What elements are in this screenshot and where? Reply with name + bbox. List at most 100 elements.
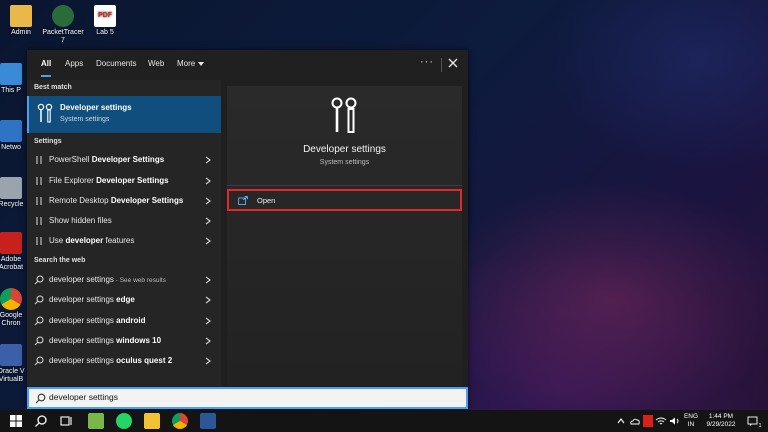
close-icon[interactable] [445, 55, 461, 71]
item-bold-text: Developer Settings [96, 176, 169, 185]
search-icon [35, 393, 46, 404]
desktop-icon-adobe-acrobat[interactable]: Adobe Acrobat [0, 232, 28, 272]
search-query-text: developer settings [49, 392, 118, 402]
network-icon [0, 120, 22, 142]
input-language-indicator[interactable]: ENG IN [683, 413, 699, 429]
desktop-icon-this-pc[interactable]: This P [0, 63, 28, 95]
chevron-right-icon [205, 177, 211, 185]
item-text: developer settings [49, 275, 114, 284]
open-button[interactable]: Open [227, 189, 462, 211]
wifi-icon[interactable] [655, 413, 667, 429]
item-text: Show hidden files [49, 216, 112, 225]
date-text: 9/29/2022 [706, 421, 736, 428]
settings-item-use-developer-features[interactable]: Use developer features [27, 231, 221, 251]
antivirus-icon[interactable] [643, 415, 653, 427]
whatsapp-icon[interactable] [116, 413, 132, 429]
item-text: developer settings [49, 336, 117, 345]
item-text: features [103, 236, 135, 245]
desktop-icon-label: PacketTracer 7 [42, 29, 84, 44]
chevron-up-icon[interactable] [616, 413, 626, 429]
desktop-icon-network[interactable]: Netwo [0, 120, 28, 152]
item-text: developer settings [49, 356, 117, 365]
folder-icon [10, 5, 32, 27]
search-icon [34, 356, 44, 366]
word-icon[interactable] [200, 413, 216, 429]
chevron-right-icon [205, 276, 211, 284]
chevron-right-icon [205, 357, 211, 365]
time-text: 1:44 PM [708, 413, 734, 420]
chrome-icon[interactable] [172, 413, 188, 429]
settings-icon [36, 156, 42, 164]
search-the-web-header: Search the web [34, 257, 86, 264]
search-icon [34, 275, 44, 285]
desktop-icon-packettracer[interactable]: PacketTracer 7 [40, 5, 86, 45]
desktop-icon-label: Adobe Acrobat [0, 256, 24, 271]
cloud-icon[interactable] [629, 413, 641, 429]
settings-item-show-hidden-files[interactable]: Show hidden files [27, 211, 221, 231]
notepad-app-icon[interactable] [88, 413, 104, 429]
tab-all[interactable]: All [41, 50, 52, 80]
desktop-icon-lab5[interactable]: PDF Lab 5 [82, 5, 128, 37]
desktop-icon-recycle-bin[interactable]: Recycle [0, 177, 28, 209]
settings-item-powershell[interactable]: PowerShell Developer Settings [27, 150, 221, 170]
desktop-icon-label: Lab 5 [96, 29, 114, 36]
item-bold-text: Developer Settings [110, 196, 184, 205]
packettracer-icon [52, 5, 74, 27]
item-text: File Explorer [49, 176, 97, 185]
best-match-title: Developer settings [60, 103, 132, 112]
recycle-bin-icon [0, 177, 22, 199]
preview-subtitle: System settings [319, 159, 370, 166]
item-bold-text: windows 10 [116, 336, 162, 345]
chevron-right-icon [205, 197, 211, 205]
settings-icon [36, 177, 42, 185]
settings-item-remote-desktop[interactable]: Remote Desktop Developer Settings [27, 191, 221, 211]
chevron-right-icon [205, 237, 211, 245]
item-text: Use [49, 236, 66, 245]
see-web-results-text: - See web results [113, 277, 166, 284]
item-text: developer settings [49, 316, 117, 325]
chevron-right-icon [205, 296, 211, 304]
divider [227, 185, 462, 186]
volume-icon[interactable] [669, 413, 681, 429]
settings-icon [36, 237, 42, 245]
web-result-item[interactable]: developer settings - See web results [27, 270, 221, 290]
web-result-item[interactable]: developer settings oculus quest 2 [27, 351, 221, 371]
task-view-icon[interactable] [58, 413, 74, 429]
item-bold-text: Developer Settings [91, 155, 165, 164]
web-result-item[interactable]: developer settings windows 10 [27, 331, 221, 351]
search-input[interactable]: developer settings [27, 387, 468, 409]
tab-more[interactable]: More [177, 50, 205, 80]
start-search-panel: All Apps Documents Web More ··· Best mat… [27, 50, 468, 408]
best-match-subtitle: System settings [60, 116, 110, 123]
item-bold-text: android [116, 316, 146, 325]
item-bold-text: oculus quest 2 [116, 356, 173, 365]
desktop-icon-admin[interactable]: Admin [0, 5, 44, 37]
pdf-icon: PDF [94, 5, 116, 27]
desktop-icon-label: Admin [11, 29, 31, 36]
computer-icon [0, 63, 22, 85]
chevron-right-icon [205, 156, 211, 164]
result-preview-pane: Developer settings System settings Open [227, 86, 462, 386]
web-result-item[interactable]: developer settings android [27, 311, 221, 331]
web-result-item[interactable]: developer settings edge [27, 290, 221, 310]
tab-documents[interactable]: Documents [96, 50, 136, 80]
more-options-icon[interactable]: ··· [420, 56, 434, 68]
best-match-header: Best match [34, 84, 72, 91]
settings-header: Settings [34, 138, 62, 145]
windows-start-icon[interactable] [8, 413, 24, 429]
chevron-right-icon [205, 337, 211, 345]
tab-web[interactable]: Web [148, 50, 164, 80]
notification-count: 1 [758, 423, 762, 429]
file-explorer-icon[interactable] [144, 413, 160, 429]
tab-apps[interactable]: Apps [65, 50, 83, 80]
settings-item-file-explorer[interactable]: File Explorer Developer Settings [27, 171, 221, 191]
desktop-icon-oracle-virtualbox[interactable]: Oracle V VirtualB [0, 344, 28, 384]
search-icon[interactable] [33, 413, 49, 429]
best-match-item[interactable]: Developer settings System settings [27, 96, 221, 133]
desktop-icon-google-chrome[interactable]: Google Chron [0, 288, 28, 328]
item-text: developer settings [49, 295, 117, 304]
desktop-icon-label: Google Chron [0, 312, 23, 327]
open-icon [238, 196, 248, 205]
clock[interactable]: 1:44 PM 9/29/2022 [701, 413, 741, 429]
open-label: Open [257, 196, 276, 205]
